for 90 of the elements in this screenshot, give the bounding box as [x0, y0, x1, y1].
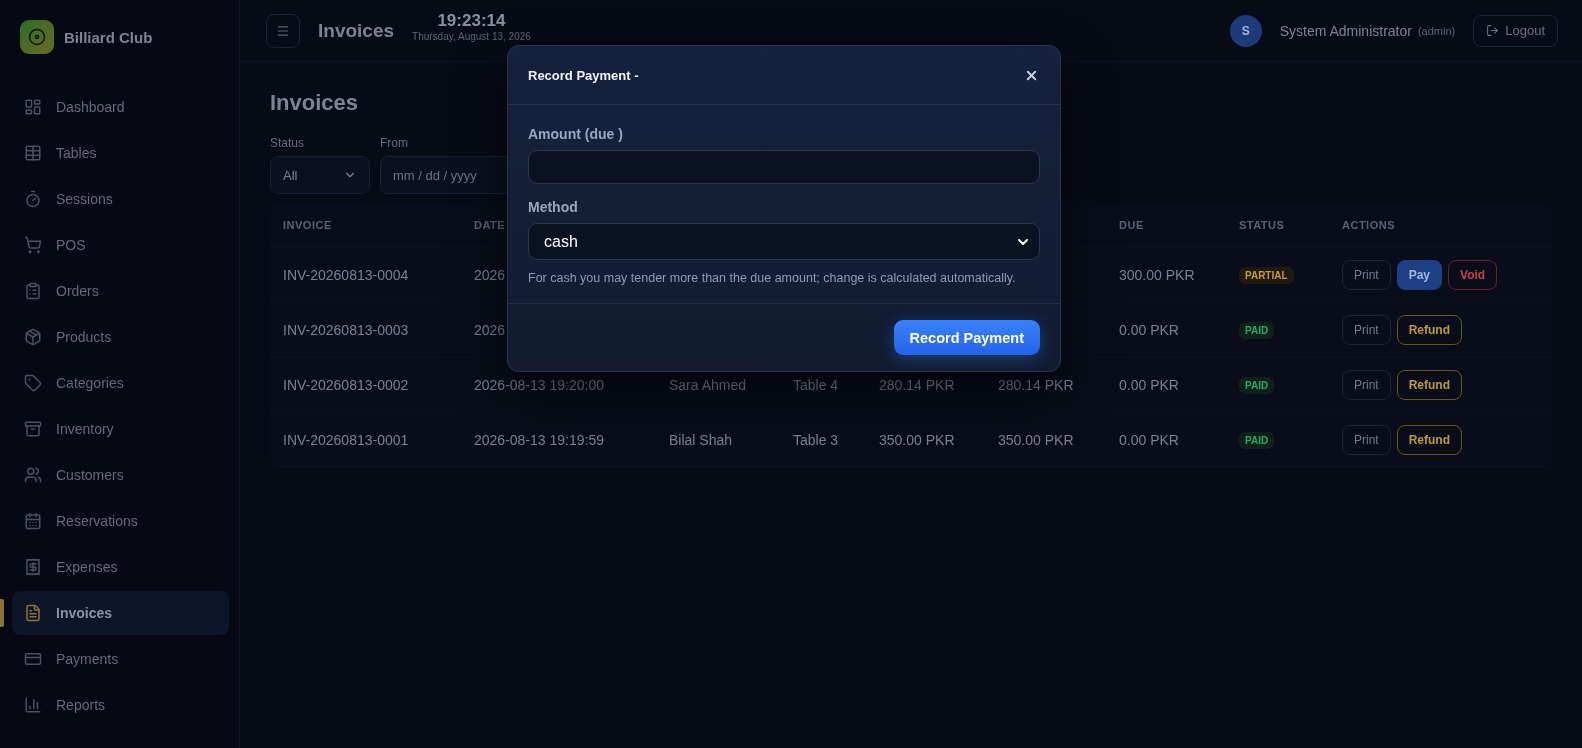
nav-item[interactable]: Orders — [12, 269, 229, 313]
amount-input[interactable] — [528, 150, 1040, 184]
table-cell: Bilal Shah — [669, 432, 733, 448]
table-cell: 280.14 PKR — [998, 377, 1074, 393]
bar-chart-icon — [24, 696, 42, 714]
clock-date: Thursday, August 13, 2026 — [412, 31, 531, 42]
table-cell: 350.00 PKR — [879, 432, 955, 448]
table-cell: Table 3 — [793, 432, 839, 448]
tag-icon — [24, 374, 42, 392]
table-cell: 2026 — [474, 267, 506, 283]
method-select[interactable]: cash — [528, 223, 1040, 260]
clock-time: 19:23:14 — [437, 11, 506, 31]
archive-icon — [24, 420, 42, 438]
action-button[interactable]: Void — [1448, 260, 1498, 290]
document-icon — [24, 604, 42, 622]
filter-label: Status — [270, 136, 306, 150]
table-cell: Sara Ahmed — [669, 377, 747, 393]
table-cell: INV-20260813-0004 — [283, 267, 409, 283]
table-cell: 2026-08-13 19:20:00 — [474, 377, 604, 393]
table-cell: 350.00 PKR — [998, 432, 1074, 448]
record-payment-button[interactable]: Record Payment — [893, 320, 1040, 355]
action-button[interactable]: Refund — [1396, 425, 1462, 455]
nav-item[interactable]: Reservations — [12, 499, 229, 543]
timer-icon — [24, 190, 42, 208]
menu-button[interactable] — [266, 13, 300, 48]
table-cell: INV-20260813-0002 — [283, 377, 409, 393]
header-title: Invoices — [318, 19, 395, 42]
table-cell: Table 4 — [793, 377, 839, 393]
action-button[interactable]: Pay — [1396, 260, 1443, 290]
logout-icon — [1486, 24, 1500, 37]
status-badge: PARTIAL — [1239, 266, 1294, 284]
nav-item[interactable]: Categories — [12, 361, 229, 405]
table-cell: 0.00 PKR — [1119, 322, 1179, 338]
nav-item[interactable]: Dashboard — [12, 85, 229, 129]
column-header: DUE — [1119, 218, 1144, 231]
filter-label: From — [380, 136, 409, 150]
calendar-icon — [24, 512, 42, 530]
action-button[interactable]: Print — [1342, 315, 1391, 345]
table-cell: 280.14 PKR — [879, 377, 955, 393]
table-cell: INV-20260813-0003 — [283, 322, 409, 338]
user-avatar: S — [1229, 14, 1262, 47]
action-button[interactable]: Print — [1342, 425, 1391, 455]
nav-item[interactable]: Tables — [12, 131, 229, 175]
table-cell: 2026-08-13 19:19:59 — [474, 432, 604, 448]
user-name: System Administrator — [1279, 22, 1412, 39]
column-header: ACTIONS — [1342, 218, 1395, 231]
brand-name: Billiard Club — [64, 28, 153, 46]
status-select[interactable]: All — [270, 156, 370, 194]
clipboard-icon — [24, 282, 42, 300]
column-header: STATUS — [1239, 218, 1285, 231]
action-button[interactable]: Print — [1342, 260, 1391, 290]
table-cell: 0.00 PKR — [1119, 432, 1179, 448]
table-cell: INV-20260813-0001 — [283, 432, 409, 448]
action-button[interactable]: Print — [1342, 370, 1391, 400]
box-icon — [24, 328, 42, 346]
receipt-icon — [24, 558, 42, 576]
action-button[interactable]: Refund — [1396, 370, 1462, 400]
nav-item[interactable]: Customers — [12, 453, 229, 497]
table-cell: 2026 — [474, 322, 506, 338]
field-label: Method — [528, 199, 579, 215]
action-button[interactable]: Refund — [1396, 315, 1462, 345]
nav-item[interactable]: POS — [12, 223, 229, 267]
nav-item[interactable]: Invoices — [12, 591, 229, 635]
help-text: For cash you may tender more than the due amount; change is calculated automatically. — [528, 271, 1017, 285]
logo-icon — [20, 20, 54, 54]
users-icon — [24, 466, 42, 484]
page-title: Invoices — [270, 90, 360, 116]
active-indicator — [0, 599, 4, 627]
status-badge: PAID — [1239, 431, 1275, 449]
status-badge: PAID — [1239, 376, 1275, 394]
menu-icon — [276, 23, 290, 38]
column-header: INVOICE — [283, 218, 332, 231]
nav-item[interactable]: Reports — [12, 683, 229, 727]
column-header: DATE — [474, 218, 506, 231]
status-badge: PAID — [1239, 321, 1275, 339]
dialog-title: Record Payment - — [528, 67, 639, 83]
nav-item[interactable]: Payments — [12, 637, 229, 681]
nav-item[interactable]: Sessions — [12, 177, 229, 221]
cart-icon — [24, 236, 42, 254]
nav-item[interactable]: Expenses — [12, 545, 229, 589]
table-cell: 300.00 PKR — [1119, 267, 1195, 283]
dashboard-icon — [24, 98, 42, 116]
card-icon — [24, 650, 42, 668]
table-cell: 0.00 PKR — [1119, 377, 1179, 393]
logout-button[interactable]: Logout — [1473, 14, 1558, 47]
table-icon — [24, 144, 42, 162]
nav-item[interactable]: Products — [12, 315, 229, 359]
nav-item[interactable]: Inventory — [12, 407, 229, 451]
user-role: (admin) — [1417, 24, 1456, 37]
field-label: Amount (due ) — [528, 126, 624, 142]
